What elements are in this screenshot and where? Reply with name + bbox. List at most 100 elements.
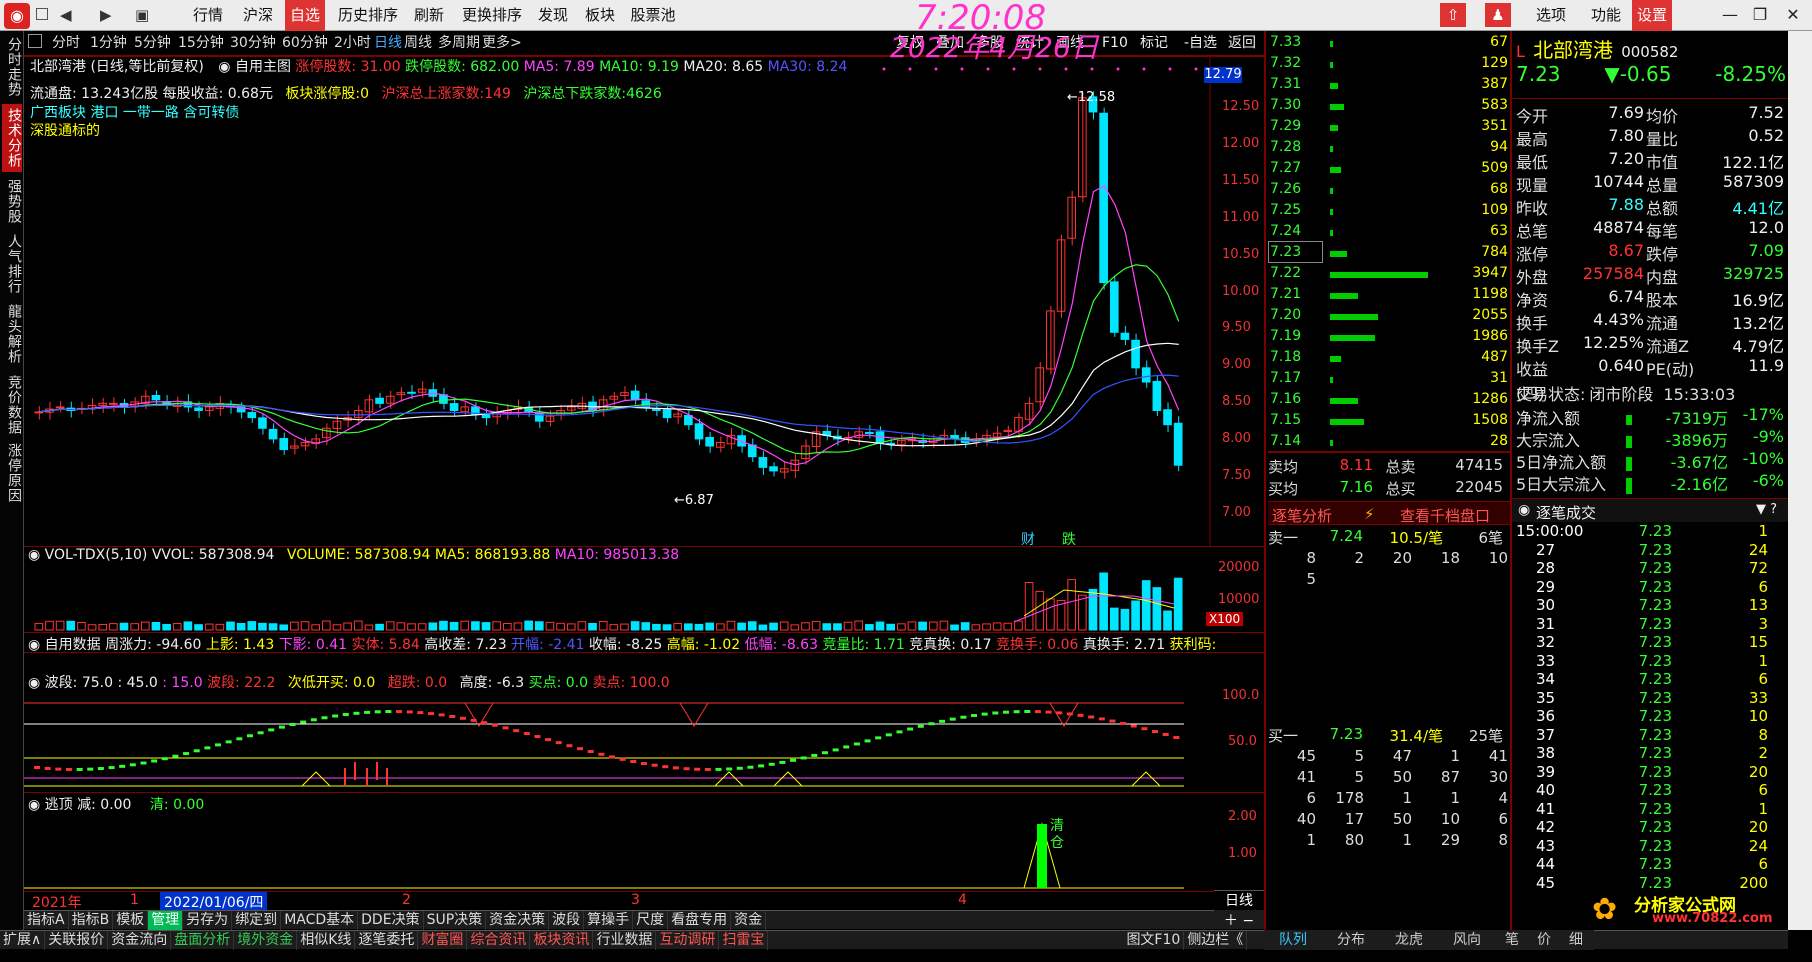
right-tab[interactable]: 价 (1528, 930, 1560, 950)
menu-settings[interactable]: 设置 (1632, 0, 1672, 31)
price-level-row[interactable]: 7.26 68 (1268, 181, 1508, 202)
extend-tab[interactable]: 图文F10 (1123, 931, 1184, 950)
indicator-tab[interactable]: 波段 (549, 911, 584, 930)
side-tab[interactable]: 技术分析 (2, 104, 22, 172)
price-level-row[interactable]: 7.21 1198 (1268, 286, 1508, 307)
app-logo[interactable]: ◉ (4, 3, 30, 29)
price-level-row[interactable]: 7.19 1986 (1268, 328, 1508, 349)
indicator-tab[interactable]: 看盘专用 (668, 911, 731, 930)
period-tab[interactable]: 更多> (482, 32, 522, 54)
side-tab[interactable]: 涨停原因 (2, 443, 22, 503)
price-level-row[interactable]: 7.20 2055 (1268, 307, 1508, 328)
indicator-tab[interactable]: 指标A (24, 911, 69, 930)
toolbar-item[interactable]: -自选 (1184, 32, 1217, 54)
lightning-icon[interactable]: ⚡ (1364, 505, 1375, 523)
right-tab[interactable]: 分布 (1322, 930, 1380, 950)
restore-icon[interactable]: ❐ (1745, 2, 1775, 28)
menu-item[interactable]: 发现 (533, 0, 573, 31)
period-tab[interactable]: 日线 (374, 32, 402, 54)
period-tab[interactable]: 15分钟 (178, 32, 224, 54)
right-tab[interactable]: 龙虎 (1380, 930, 1438, 950)
menu-item[interactable]: 沪深 (236, 0, 280, 31)
zoom-controls[interactable]: ＋ − (1214, 910, 1264, 929)
price-level-row[interactable]: 7.32 129 (1268, 55, 1508, 76)
tick-analysis-link[interactable]: 逐笔分析 (1272, 505, 1332, 526)
menu-item[interactable]: 板块 (580, 0, 620, 31)
indicator-tab[interactable]: 资金决策 (486, 911, 549, 930)
extend-tab[interactable]: 境外资金 (234, 931, 297, 950)
indicator-tab[interactable]: 管理 (148, 911, 183, 930)
user-icon[interactable]: ♟ (1485, 3, 1511, 27)
period-tab[interactable]: 多周期 (438, 32, 480, 54)
price-level-row[interactable]: 7.25 109 (1268, 202, 1508, 223)
menu-item[interactable]: 更换排序 (460, 0, 524, 31)
price-level-row[interactable]: 7.18 487 (1268, 349, 1508, 370)
price-level-row[interactable]: 7.22 3947 (1268, 265, 1508, 286)
menu-options[interactable]: 选项 (1525, 0, 1577, 31)
price-level-row[interactable]: 7.16 1286 (1268, 391, 1508, 412)
menu-item[interactable]: 行情 (188, 0, 228, 31)
period-tab[interactable]: 5分钟 (134, 32, 171, 54)
period-tab[interactable]: 60分钟 (282, 32, 328, 54)
back-arrow-icon[interactable]: ◀ (60, 6, 72, 24)
tick-toggle-icon[interactable]: ◉ (1518, 502, 1530, 518)
indicator-tab[interactable]: 模板 (113, 911, 148, 930)
side-tab[interactable]: 分时走势 (2, 33, 22, 101)
menu-item[interactable]: 历史排序 (336, 0, 400, 31)
right-tab[interactable]: 笔 (1496, 930, 1528, 950)
extend-tab[interactable]: 侧边栏《 (1184, 931, 1247, 950)
side-tab[interactable]: 竞价数据 (2, 371, 22, 439)
escape-chart[interactable] (24, 794, 1214, 894)
extend-tab[interactable]: 扫雷宝 (719, 931, 768, 950)
extend-tab[interactable]: 盘面分析 (171, 931, 234, 950)
extend-tab[interactable]: 财富圈 (418, 931, 467, 950)
layout-icon[interactable] (36, 8, 48, 20)
tick-list[interactable]: 15:00:00 7.23 1 27 7.23 24 28 7.23 72 29 7.23 6 30 7.… (1516, 522, 1778, 892)
extend-tab[interactable]: 综合资讯 (467, 931, 530, 950)
period-tab[interactable]: 30分钟 (230, 32, 276, 54)
side-tab[interactable]: 强势股 (2, 175, 22, 227)
minimize-icon[interactable]: — (1715, 2, 1745, 28)
side-tab[interactable]: 龍头解析 (2, 301, 22, 367)
close-icon[interactable]: ✕ (1778, 2, 1808, 28)
filter-icon[interactable]: ▼ ? (1756, 502, 1777, 517)
extend-tab[interactable]: 互动调研 (656, 931, 719, 950)
indicator-tab[interactable]: 另存为 (183, 911, 232, 930)
price-level-row[interactable]: 7.27 509 (1268, 160, 1508, 181)
toolbar-item[interactable]: F10 (1102, 32, 1128, 54)
extend-tab[interactable]: 逐笔委托 (355, 931, 418, 950)
refresh-icon[interactable]: ▣ (135, 6, 149, 24)
right-scroll-bar[interactable] (1788, 31, 1812, 930)
kline-chart[interactable]: ←12.58 ←6.87 (24, 56, 1264, 546)
timeline[interactable]: 2021年 1 2022/01/06/四 2 3 4 (24, 891, 1214, 909)
wave-label[interactable]: 波段 (45, 675, 73, 691)
indicator-tab[interactable]: 资金 (731, 911, 766, 930)
toolbar-item[interactable]: 标记 (1140, 32, 1168, 54)
price-level-row[interactable]: 7.29 351 (1268, 118, 1508, 139)
toolbar-item[interactable]: 返回 (1228, 32, 1256, 54)
price-level-row[interactable]: 7.33 67 (1268, 34, 1508, 55)
chart-toggle-icon[interactable] (28, 34, 42, 48)
extend-tab[interactable]: 行业数据 (593, 931, 656, 950)
price-level-row[interactable]: 7.17 31 (1268, 370, 1508, 391)
right-tab[interactable]: 队列 (1264, 930, 1322, 950)
indicator-tab[interactable]: DDE决策 (358, 911, 423, 930)
menu-functions[interactable]: 功能 (1580, 0, 1632, 31)
upload-icon[interactable]: ⇧ (1440, 3, 1466, 27)
period-tab[interactable]: 2小时 (334, 32, 371, 54)
custom-label[interactable]: 自用数据 (45, 637, 101, 653)
volume-chart[interactable] (24, 566, 1214, 632)
extend-tab[interactable]: 资金流向 (108, 931, 171, 950)
wave-chart[interactable] (24, 690, 1214, 795)
level2-link[interactable]: 查看千档盘口 (1400, 505, 1490, 526)
right-tab[interactable]: 风向 (1438, 930, 1496, 950)
right-tab[interactable]: 细 (1560, 930, 1592, 950)
indicator-tab[interactable]: SUP决策 (424, 911, 487, 930)
vol-label[interactable]: VOL-TDX(5,10) (45, 547, 148, 563)
extend-tab[interactable]: 板块资讯 (530, 931, 593, 950)
extend-tab[interactable]: 关联报价 (45, 931, 108, 950)
indicator-tab[interactable]: 指标B (69, 911, 114, 930)
price-level-row[interactable]: 7.28 94 (1268, 139, 1508, 160)
side-tab[interactable]: 人气排行 (2, 231, 22, 297)
indicator-tab[interactable]: 绑定到 (232, 911, 281, 930)
